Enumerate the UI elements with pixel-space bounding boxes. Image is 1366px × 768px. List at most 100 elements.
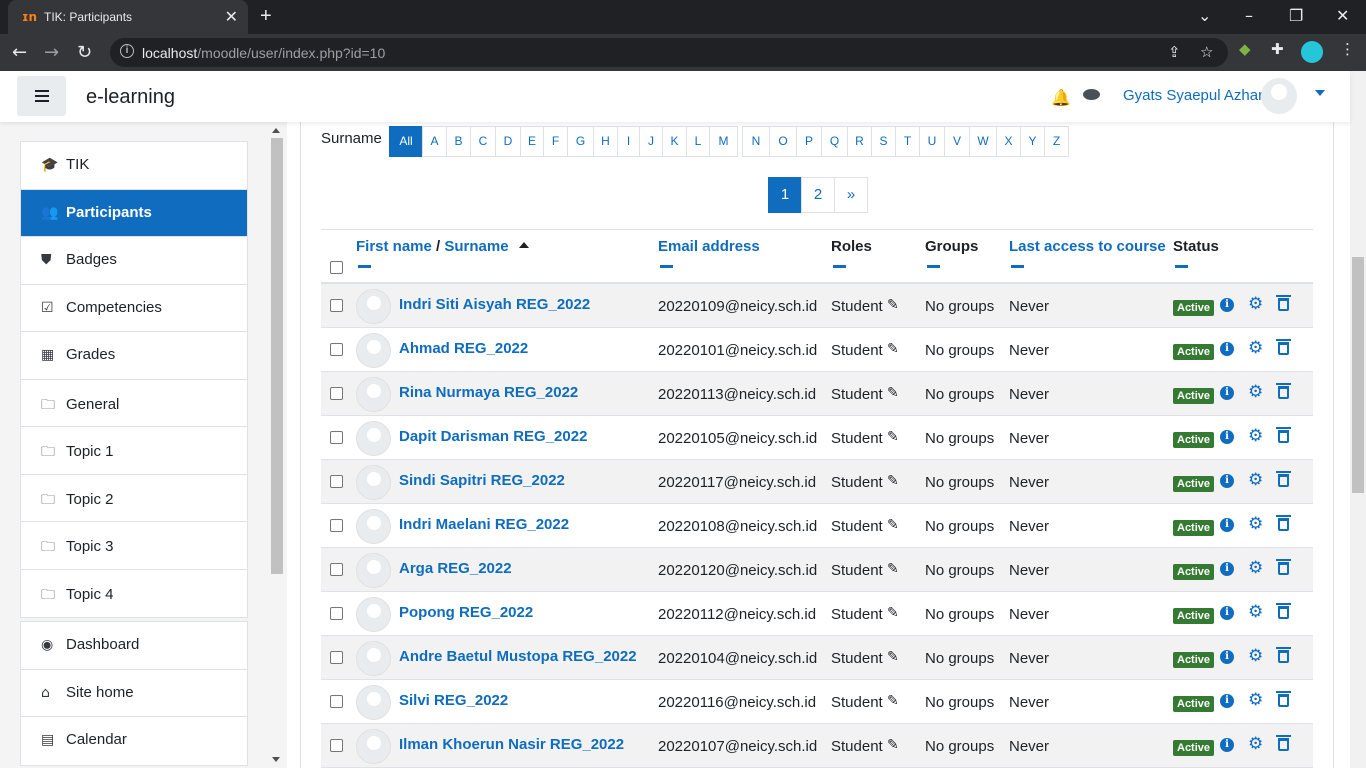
forward-icon[interactable]: → bbox=[44, 42, 59, 63]
tab-search-icon[interactable]: ⌄ bbox=[1198, 6, 1211, 25]
close-tab-icon[interactable]: ✕ bbox=[225, 7, 238, 27]
nav-item-tik[interactable]: 🎓 TIK bbox=[21, 142, 247, 190]
initial-a[interactable]: A bbox=[422, 126, 447, 157]
unenrol-trash-icon[interactable] bbox=[1276, 647, 1291, 663]
enrolment-info-icon[interactable]: i bbox=[1220, 650, 1234, 664]
unenrol-trash-icon[interactable] bbox=[1276, 339, 1291, 355]
row-select-checkbox[interactable] bbox=[330, 519, 343, 532]
unenrol-trash-icon[interactable] bbox=[1276, 515, 1291, 531]
sort-surname-link[interactable]: Surname bbox=[444, 238, 508, 255]
sort-email-link[interactable]: Email address bbox=[658, 238, 760, 255]
initial-g[interactable]: G bbox=[567, 126, 594, 157]
initial-v[interactable]: V bbox=[944, 126, 970, 157]
edit-enrolment-gear-icon[interactable]: ⚙ bbox=[1248, 690, 1263, 710]
drawer-scrollbar[interactable] bbox=[270, 126, 283, 766]
enrolment-info-icon[interactable]: i bbox=[1220, 694, 1234, 708]
enrolment-info-icon[interactable]: i bbox=[1220, 474, 1234, 488]
row-select-checkbox[interactable] bbox=[330, 563, 343, 576]
edit-enrolment-gear-icon[interactable]: ⚙ bbox=[1248, 470, 1263, 490]
user-menu-caret-icon[interactable] bbox=[1315, 90, 1325, 96]
nav-item-calendar[interactable]: ▤ Calendar bbox=[21, 717, 247, 765]
edit-role-pencil-icon[interactable]: ✎ bbox=[887, 605, 899, 621]
page-1-link[interactable]: 1 bbox=[768, 177, 802, 213]
collapse-column-icon[interactable] bbox=[927, 265, 940, 268]
user-name[interactable]: Gyats Syaepul Azhar bbox=[1123, 87, 1263, 104]
page-scroll-thumb[interactable] bbox=[1352, 257, 1364, 493]
address-bar[interactable]: i localhost/moodle/user/index.php?id=10 … bbox=[110, 38, 1228, 67]
bookmark-star-icon[interactable]: ☆ bbox=[1200, 43, 1213, 61]
enrolment-info-icon[interactable]: i bbox=[1220, 342, 1234, 356]
edit-role-pencil-icon[interactable]: ✎ bbox=[887, 341, 899, 357]
nav-item-participants[interactable]: 👥 Participants bbox=[21, 189, 247, 237]
nav-item-badges[interactable]: ⛊ Badges bbox=[21, 237, 247, 285]
edit-enrolment-gear-icon[interactable]: ⚙ bbox=[1248, 646, 1263, 666]
edit-enrolment-gear-icon[interactable]: ⚙ bbox=[1248, 734, 1263, 754]
restore-icon[interactable]: ❐ bbox=[1289, 6, 1303, 25]
enrolment-info-icon[interactable]: i bbox=[1220, 298, 1234, 312]
initial-l[interactable]: L bbox=[686, 126, 710, 157]
browser-tab[interactable]: ɪn TIK: Participants ✕ bbox=[8, 0, 248, 34]
participant-name-link[interactable]: Ilman Khoerun Nasir REG_2022 bbox=[399, 736, 624, 753]
sort-last-access-link[interactable]: Last access to course bbox=[1009, 238, 1166, 255]
participant-name-link[interactable]: Andre Baetul Mustopa REG_2022 bbox=[399, 648, 637, 665]
extensions-puzzle-icon[interactable]: ✚ bbox=[1271, 40, 1284, 58]
initial-h[interactable]: H bbox=[593, 126, 618, 157]
back-icon[interactable]: ← bbox=[12, 42, 27, 63]
initial-i[interactable]: I bbox=[617, 126, 640, 157]
collapse-column-icon[interactable] bbox=[1011, 265, 1024, 268]
edit-enrolment-gear-icon[interactable]: ⚙ bbox=[1248, 514, 1263, 534]
browser-menu-icon[interactable]: ⋮ bbox=[1340, 40, 1355, 58]
unenrol-trash-icon[interactable] bbox=[1276, 471, 1291, 487]
close-window-icon[interactable]: ✕ bbox=[1336, 6, 1349, 25]
initial-x[interactable]: X bbox=[996, 126, 1021, 157]
scroll-up-icon[interactable] bbox=[272, 128, 280, 133]
participant-name-link[interactable]: Silvi REG_2022 bbox=[399, 692, 508, 709]
initial-e[interactable]: E bbox=[520, 126, 544, 157]
initial-o[interactable]: O bbox=[769, 126, 797, 157]
drawer-scroll-thumb[interactable] bbox=[271, 138, 283, 574]
unenrol-trash-icon[interactable] bbox=[1276, 559, 1291, 575]
initial-s[interactable]: S bbox=[871, 126, 896, 157]
page-scrollbar[interactable] bbox=[1350, 71, 1366, 768]
address-url[interactable]: localhost/moodle/user/index.php?id=10 bbox=[142, 45, 385, 61]
edit-role-pencil-icon[interactable]: ✎ bbox=[887, 429, 899, 445]
row-select-checkbox[interactable] bbox=[330, 343, 343, 356]
edit-role-pencil-icon[interactable]: ✎ bbox=[887, 385, 899, 401]
enrolment-info-icon[interactable]: i bbox=[1220, 606, 1234, 620]
enrolment-info-icon[interactable]: i bbox=[1220, 562, 1234, 576]
unenrol-trash-icon[interactable] bbox=[1276, 383, 1291, 399]
initial-all[interactable]: All bbox=[389, 126, 423, 157]
row-select-checkbox[interactable] bbox=[330, 607, 343, 620]
messages-icon[interactable] bbox=[1083, 89, 1100, 100]
profile-avatar-icon[interactable] bbox=[1301, 41, 1323, 63]
initial-q[interactable]: Q bbox=[821, 126, 848, 157]
initial-j[interactable]: J bbox=[639, 126, 663, 157]
row-select-checkbox[interactable] bbox=[330, 475, 343, 488]
unenrol-trash-icon[interactable] bbox=[1276, 603, 1291, 619]
edit-enrolment-gear-icon[interactable]: ⚙ bbox=[1248, 426, 1263, 446]
participant-name-link[interactable]: Rina Nurmaya REG_2022 bbox=[399, 384, 578, 401]
initial-k[interactable]: K bbox=[662, 126, 687, 157]
notifications-bell-icon[interactable]: 🔔 bbox=[1051, 88, 1071, 107]
nav-item-grades[interactable]: ▦ Grades bbox=[21, 332, 247, 380]
user-avatar[interactable] bbox=[1261, 78, 1297, 114]
participant-name-link[interactable]: Indri Maelani REG_2022 bbox=[399, 516, 569, 533]
new-tab-icon[interactable]: + bbox=[260, 5, 272, 28]
collapse-column-icon[interactable] bbox=[660, 265, 673, 268]
unenrol-trash-icon[interactable] bbox=[1276, 427, 1291, 443]
row-select-checkbox[interactable] bbox=[330, 431, 343, 444]
edit-role-pencil-icon[interactable]: ✎ bbox=[887, 473, 899, 489]
row-select-checkbox[interactable] bbox=[330, 299, 343, 312]
enrolment-info-icon[interactable]: i bbox=[1220, 386, 1234, 400]
row-select-checkbox[interactable] bbox=[330, 695, 343, 708]
edit-role-pencil-icon[interactable]: ✎ bbox=[887, 517, 899, 533]
reload-icon[interactable]: ↻ bbox=[77, 42, 92, 63]
enrolment-info-icon[interactable]: i bbox=[1220, 518, 1234, 532]
participant-name-link[interactable]: Ahmad REG_2022 bbox=[399, 340, 528, 357]
initial-f[interactable]: F bbox=[543, 126, 568, 157]
row-select-checkbox[interactable] bbox=[330, 739, 343, 752]
drawer-toggle-button[interactable] bbox=[17, 76, 66, 116]
edit-role-pencil-icon[interactable]: ✎ bbox=[887, 693, 899, 709]
participant-name-link[interactable]: Dapit Darisman REG_2022 bbox=[399, 428, 587, 445]
initial-y[interactable]: Y bbox=[1020, 126, 1045, 157]
